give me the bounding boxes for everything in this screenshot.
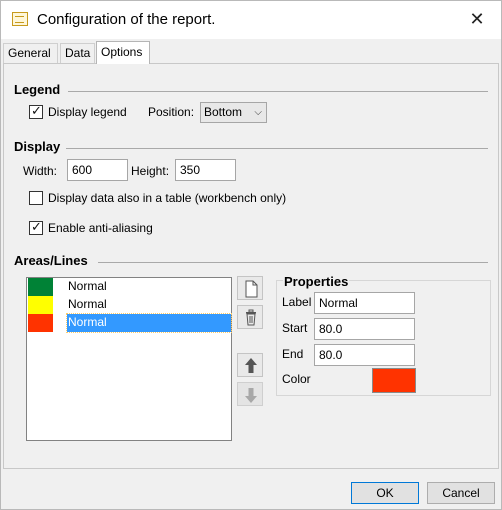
- checkmark-icon: ✓: [31, 219, 42, 234]
- new-item-button[interactable]: [237, 276, 263, 300]
- list-item-label: Normal: [68, 279, 107, 293]
- list-item[interactable]: Normal: [27, 278, 231, 296]
- color-picker-button[interactable]: [372, 368, 416, 393]
- move-up-button[interactable]: [237, 353, 263, 377]
- table-checkbox[interactable]: [29, 191, 43, 205]
- label-label: Label: [282, 295, 312, 309]
- display-separator: [66, 148, 488, 149]
- list-item[interactable]: Normal: [27, 296, 231, 314]
- end-label: End: [282, 347, 304, 361]
- end-input[interactable]: 80.0: [314, 344, 415, 366]
- trash-icon: [246, 309, 256, 326]
- chevron-down-icon: ⌵: [254, 107, 262, 118]
- cancel-button[interactable]: Cancel: [427, 482, 495, 504]
- areas-separator: [98, 262, 488, 263]
- new-document-icon: [245, 280, 258, 298]
- list-item-label: Normal: [66, 313, 232, 333]
- display-section-title: Display: [14, 139, 61, 154]
- tab-options[interactable]: Options: [96, 41, 150, 64]
- list-item-label: Normal: [68, 297, 107, 311]
- legend-separator: [68, 91, 488, 92]
- width-input[interactable]: 600: [67, 159, 128, 181]
- display-legend-checkbox[interactable]: ✓: [29, 103, 43, 119]
- start-label: Start: [282, 321, 308, 335]
- move-down-button[interactable]: [237, 382, 263, 406]
- color-label: Color: [282, 372, 311, 386]
- title-bar: Configuration of the report. ✕: [1, 1, 501, 39]
- areas-section-title: Areas/Lines: [14, 253, 88, 268]
- color-swatch: [28, 296, 53, 314]
- areas-list[interactable]: Normal Normal Normal: [26, 277, 232, 441]
- color-swatch: [28, 278, 53, 296]
- config-dialog: Configuration of the report. ✕ General D…: [0, 0, 502, 510]
- color-swatch: [28, 314, 53, 332]
- position-value: Bottom: [204, 105, 243, 119]
- table-checkbox-label: Display data also in a table (workbench …: [48, 191, 287, 205]
- antialiasing-label: Enable anti-aliasing: [48, 221, 153, 235]
- arrow-up-icon: [245, 358, 257, 373]
- start-input[interactable]: 80.0: [314, 318, 415, 340]
- arrow-down-icon: [245, 388, 257, 403]
- checkmark-icon: ✓: [31, 103, 42, 118]
- width-label: Width:: [23, 164, 58, 178]
- dialog-footer: OK Cancel: [1, 471, 501, 509]
- label-input[interactable]: Normal: [314, 292, 415, 314]
- antialiasing-checkbox[interactable]: ✓: [29, 219, 43, 235]
- ok-button[interactable]: OK: [351, 482, 419, 504]
- report-icon: [12, 12, 28, 26]
- position-select[interactable]: Bottom ⌵: [200, 102, 267, 123]
- position-label: Position:: [148, 105, 195, 119]
- list-item-selected[interactable]: Normal: [27, 313, 232, 333]
- close-button[interactable]: ✕: [459, 5, 495, 35]
- height-label: Height:: [131, 164, 170, 178]
- legend-section-title: Legend: [14, 82, 61, 97]
- tab-general[interactable]: General: [3, 43, 58, 63]
- height-input[interactable]: 350: [175, 159, 236, 181]
- properties-title: Properties: [283, 274, 350, 289]
- window-title: Configuration of the report.: [37, 11, 216, 28]
- delete-item-button[interactable]: [237, 305, 263, 329]
- display-legend-label: Display legend: [48, 105, 127, 119]
- tab-data[interactable]: Data: [60, 43, 95, 63]
